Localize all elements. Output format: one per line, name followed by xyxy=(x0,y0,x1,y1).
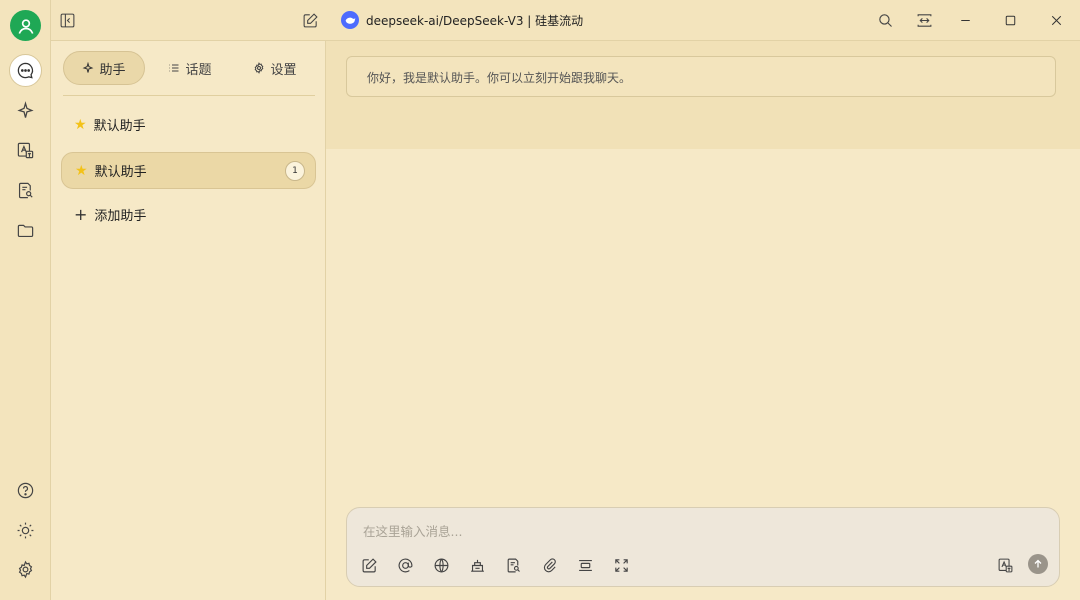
assistant-panel: 助手 话题 设置 ★ 默认助手 ★ 默认助手 1 + 添加助手 xyxy=(51,41,326,600)
tab-label: 设置 xyxy=(270,62,297,78)
assistant-name: 默认助手 xyxy=(94,165,147,180)
minimize-icon[interactable] xyxy=(954,9,976,31)
search-icon[interactable] xyxy=(874,9,896,31)
greeting-message: 你好，我是默认助手。你可以立刻开始跟我聊天。 xyxy=(346,56,1056,97)
assistant-item-selected[interactable]: ★ 默认助手 1 xyxy=(61,152,316,189)
web-search-icon[interactable] xyxy=(433,554,469,576)
sparkle-icon[interactable] xyxy=(9,94,42,127)
new-topic-icon[interactable] xyxy=(361,554,397,576)
chat-icon[interactable] xyxy=(9,54,42,87)
message-input[interactable]: 在这里输入消息... xyxy=(363,521,462,540)
deepseek-logo-icon xyxy=(341,11,359,29)
gear-icon xyxy=(255,62,264,74)
close-icon[interactable] xyxy=(1045,9,1067,31)
maximize-icon[interactable] xyxy=(999,9,1021,31)
icon-rail xyxy=(0,0,51,600)
doc-search-icon[interactable] xyxy=(9,174,42,207)
folder-icon[interactable] xyxy=(9,214,42,247)
help-icon[interactable] xyxy=(9,474,42,507)
panel-divider xyxy=(63,95,315,96)
add-assistant-button[interactable]: + 添加助手 xyxy=(61,196,316,233)
image-translate-icon[interactable] xyxy=(995,555,1015,575)
fit-width-icon[interactable] xyxy=(913,9,935,31)
attachment-icon[interactable] xyxy=(541,554,577,576)
doc-search-icon[interactable] xyxy=(505,554,541,576)
expand-icon[interactable] xyxy=(613,554,649,576)
list-icon xyxy=(169,64,179,72)
user-avatar-icon[interactable] xyxy=(10,10,41,41)
assistant-item[interactable]: ★ 默认助手 xyxy=(61,106,316,143)
send-button[interactable] xyxy=(1028,554,1048,574)
arrow-up-icon xyxy=(1034,559,1042,568)
assistant-name: 默认助手 xyxy=(93,119,146,134)
tab-label: 话题 xyxy=(185,62,212,78)
sparkle-icon xyxy=(83,62,94,73)
new-chat-icon[interactable] xyxy=(299,9,321,31)
model-selector[interactable]: deepseek-ai/DeepSeek-V3 | 硅基流动 xyxy=(341,11,583,29)
title-bar: deepseek-ai/DeepSeek-V3 | 硅基流动 xyxy=(51,0,1080,41)
panel-tabs: 助手 话题 设置 xyxy=(63,51,315,85)
star-icon: ★ xyxy=(74,116,87,133)
gear-icon[interactable] xyxy=(9,553,42,586)
add-assistant-label: 添加助手 xyxy=(94,209,147,224)
star-icon: ★ xyxy=(75,162,88,179)
plus-icon: + xyxy=(74,204,88,224)
message-composer: 在这里输入消息... xyxy=(346,507,1060,587)
topic-count-badge: 1 xyxy=(285,161,305,181)
tab-label: 助手 xyxy=(99,62,126,78)
knowledge-base-icon[interactable] xyxy=(469,554,505,576)
composer-toolbar xyxy=(361,554,649,576)
model-name: deepseek-ai/DeepSeek-V3 | 硅基流动 xyxy=(366,13,584,28)
sun-icon[interactable] xyxy=(9,514,42,547)
clear-context-icon[interactable] xyxy=(577,554,613,576)
toggle-sidebar-icon[interactable] xyxy=(56,9,78,31)
tab-topics[interactable]: 话题 xyxy=(145,51,235,85)
image-translate-icon[interactable] xyxy=(9,134,42,167)
mention-icon[interactable] xyxy=(397,554,433,576)
tab-assistants[interactable]: 助手 xyxy=(63,51,145,85)
tab-settings[interactable]: 设置 xyxy=(235,51,315,85)
chat-area: 你好，我是默认助手。你可以立刻开始跟我聊天。 在这里输入消息... xyxy=(326,41,1080,600)
